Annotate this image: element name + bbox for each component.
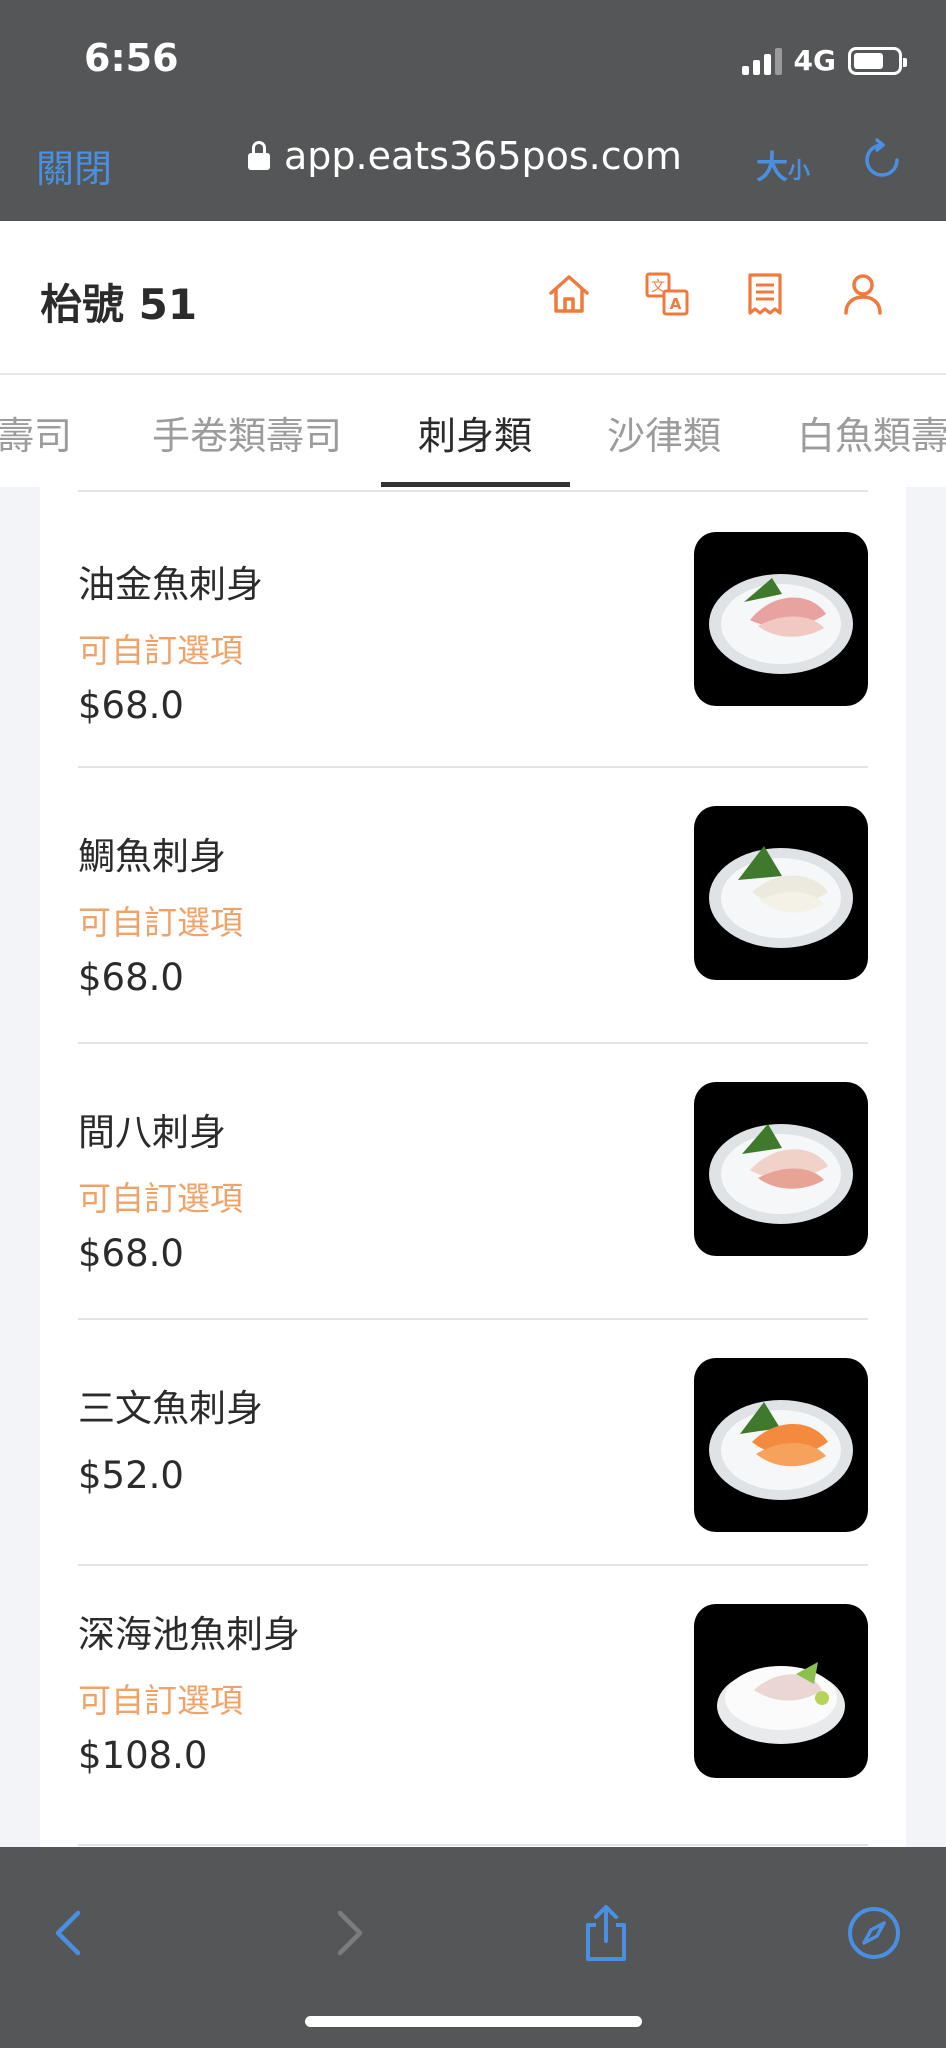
tab-sashimi[interactable]: 刺身類: [418, 405, 532, 460]
menu-item[interactable]: 油金魚刺身 可自訂選項 $68.0: [78, 490, 868, 766]
menu-item[interactable]: 深海池魚刺身 可自訂選項 $108.0: [78, 1564, 868, 1844]
item-price: $68.0: [78, 684, 184, 727]
app-header: 枱號 51 文 A: [0, 221, 946, 375]
reload-icon[interactable]: [860, 138, 904, 182]
item-photo: [694, 806, 868, 980]
tab-salad[interactable]: 沙律類: [607, 405, 721, 460]
text-size-small: 小: [788, 159, 811, 184]
item-option: 可自訂選項: [78, 1179, 243, 1218]
item-name: 鯛魚刺身: [78, 835, 226, 878]
list-divider: [78, 1844, 868, 1846]
tab-sushi[interactable]: 壽司: [0, 405, 72, 460]
item-name: 間八刺身: [78, 1111, 226, 1154]
item-name: 三文魚刺身: [78, 1387, 263, 1430]
table-number-title: 枱號 51: [40, 280, 198, 329]
item-option: 可自訂選項: [78, 1681, 243, 1720]
back-icon[interactable]: [42, 1903, 102, 1963]
battery-icon: [848, 46, 907, 75]
item-price: $68.0: [78, 1232, 184, 1275]
menu-item[interactable]: 三文魚刺身 $52.0: [78, 1318, 868, 1564]
close-button[interactable]: 關閉: [36, 138, 112, 193]
home-icon[interactable]: [546, 271, 592, 317]
menu-item[interactable]: 間八刺身 可自訂選項 $68.0: [78, 1042, 868, 1318]
item-photo: [694, 532, 868, 706]
signal-icon: [741, 47, 782, 75]
tab-hand-roll[interactable]: 手卷類壽司: [152, 405, 342, 460]
svg-text:A: A: [670, 295, 682, 313]
item-name: 深海池魚刺身: [78, 1613, 300, 1656]
item-price: $68.0: [78, 956, 184, 999]
item-photo: [694, 1604, 868, 1778]
address-bar[interactable]: app.eats365pos.com: [248, 134, 682, 178]
share-icon[interactable]: [576, 1903, 636, 1963]
browser-bottom-toolbar: [0, 1847, 946, 2048]
item-option: 可自訂選項: [78, 631, 243, 670]
item-photo: [694, 1358, 868, 1532]
text-size-big: 大: [756, 148, 789, 186]
text-size-button[interactable]: 大小: [756, 142, 810, 188]
network-type: 4G: [793, 44, 836, 77]
home-indicator: [305, 2016, 642, 2027]
user-icon[interactable]: [840, 271, 886, 317]
translate-icon[interactable]: 文 A: [644, 271, 690, 317]
tab-white-fish-sushi[interactable]: 白魚類壽司: [797, 405, 946, 460]
status-time: 6:56: [84, 36, 179, 80]
url-text: app.eats365pos.com: [284, 134, 682, 178]
lock-icon: [248, 141, 270, 171]
status-indicators: 4G: [741, 44, 907, 77]
compass-icon[interactable]: [844, 1903, 904, 1963]
menu-list-card: 油金魚刺身 可自訂選項 $68.0 鯛魚刺身 可自訂選項 $68.0 間八刺身 …: [40, 487, 906, 1847]
item-option: 可自訂選項: [78, 903, 243, 942]
item-price: $52.0: [78, 1454, 184, 1497]
item-photo: [694, 1082, 868, 1256]
item-price: $108.0: [78, 1734, 208, 1777]
item-name: 油金魚刺身: [78, 563, 263, 606]
forward-icon[interactable]: [316, 1903, 376, 1963]
category-tabs: 壽司 手卷類壽司 刺身類 沙律類 白魚類壽司: [0, 375, 946, 487]
browser-top-bar: 6:56 4G 關閉 app.eats365pos.com 大小: [0, 0, 946, 221]
receipt-icon[interactable]: [742, 271, 788, 317]
menu-item[interactable]: 鯛魚刺身 可自訂選項 $68.0: [78, 766, 868, 1042]
